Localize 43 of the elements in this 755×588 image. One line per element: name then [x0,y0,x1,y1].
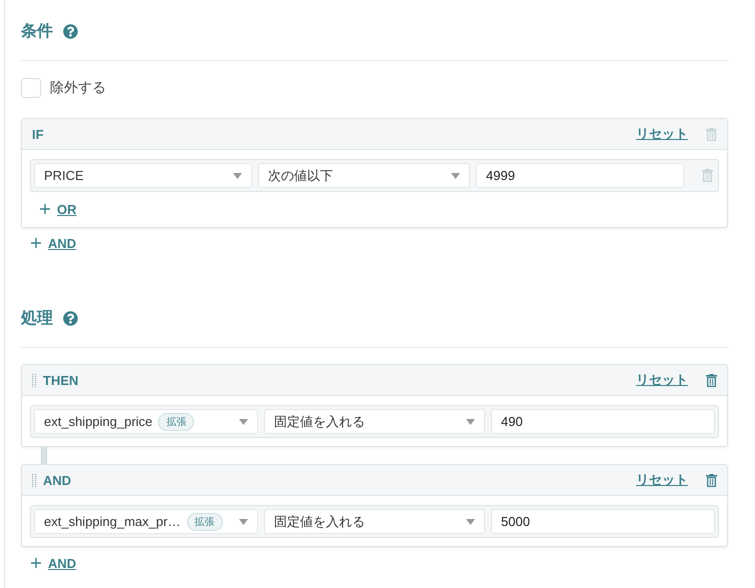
field-select[interactable]: ext_shipping_max_pr… 拡張 [34,509,258,534]
delete-button[interactable] [706,374,717,386]
caret-icon [239,518,248,524]
caret-icon [466,518,475,524]
plus-icon [31,238,41,248]
card-label: AND [43,472,72,488]
reset-link[interactable]: リセット [636,471,688,489]
trash-icon [706,128,717,140]
card-label: IF [32,126,44,142]
plus-icon [31,558,41,568]
trash-icon [702,169,713,182]
reset-link[interactable]: リセット [636,371,688,389]
drag-handle-icon[interactable] [32,474,37,486]
field-select[interactable]: PRICE [34,163,252,188]
help-icon[interactable] [63,24,78,38]
help-icon[interactable] [63,310,78,326]
field-select[interactable]: ext_shipping_price 拡張 [34,409,258,434]
caret-icon [233,172,242,178]
caret-icon [466,418,475,424]
caret-icon [451,172,460,178]
operator-select[interactable]: 固定値を入れる [264,409,485,434]
checkbox-label: 除外する [50,79,106,97]
section-title: 処理 [21,308,53,328]
caret-icon [239,418,248,424]
add-and-link[interactable]: AND [31,556,76,570]
value-input[interactable]: 5000 [491,509,715,534]
delete-button[interactable] [706,474,717,486]
reset-link[interactable]: リセット [636,125,688,143]
extension-badge: 拡張 [186,512,223,530]
trash-icon [706,474,717,486]
card-label: THEN [43,372,78,388]
operator-select[interactable]: 固定値を入れる [264,509,485,534]
plus-icon [40,204,50,214]
section-title: 条件 [21,22,53,42]
checkbox[interactable] [21,78,41,98]
drag-handle-icon[interactable] [32,374,37,386]
extension-badge: 拡張 [158,412,194,430]
value-input[interactable]: 4999 [476,163,684,188]
add-and-link[interactable]: AND [31,236,76,250]
trash-icon [706,374,717,386]
operator-select[interactable]: 次の値以下 [258,163,470,188]
add-or-link[interactable]: OR [40,202,76,216]
value-input[interactable]: 490 [491,409,715,434]
